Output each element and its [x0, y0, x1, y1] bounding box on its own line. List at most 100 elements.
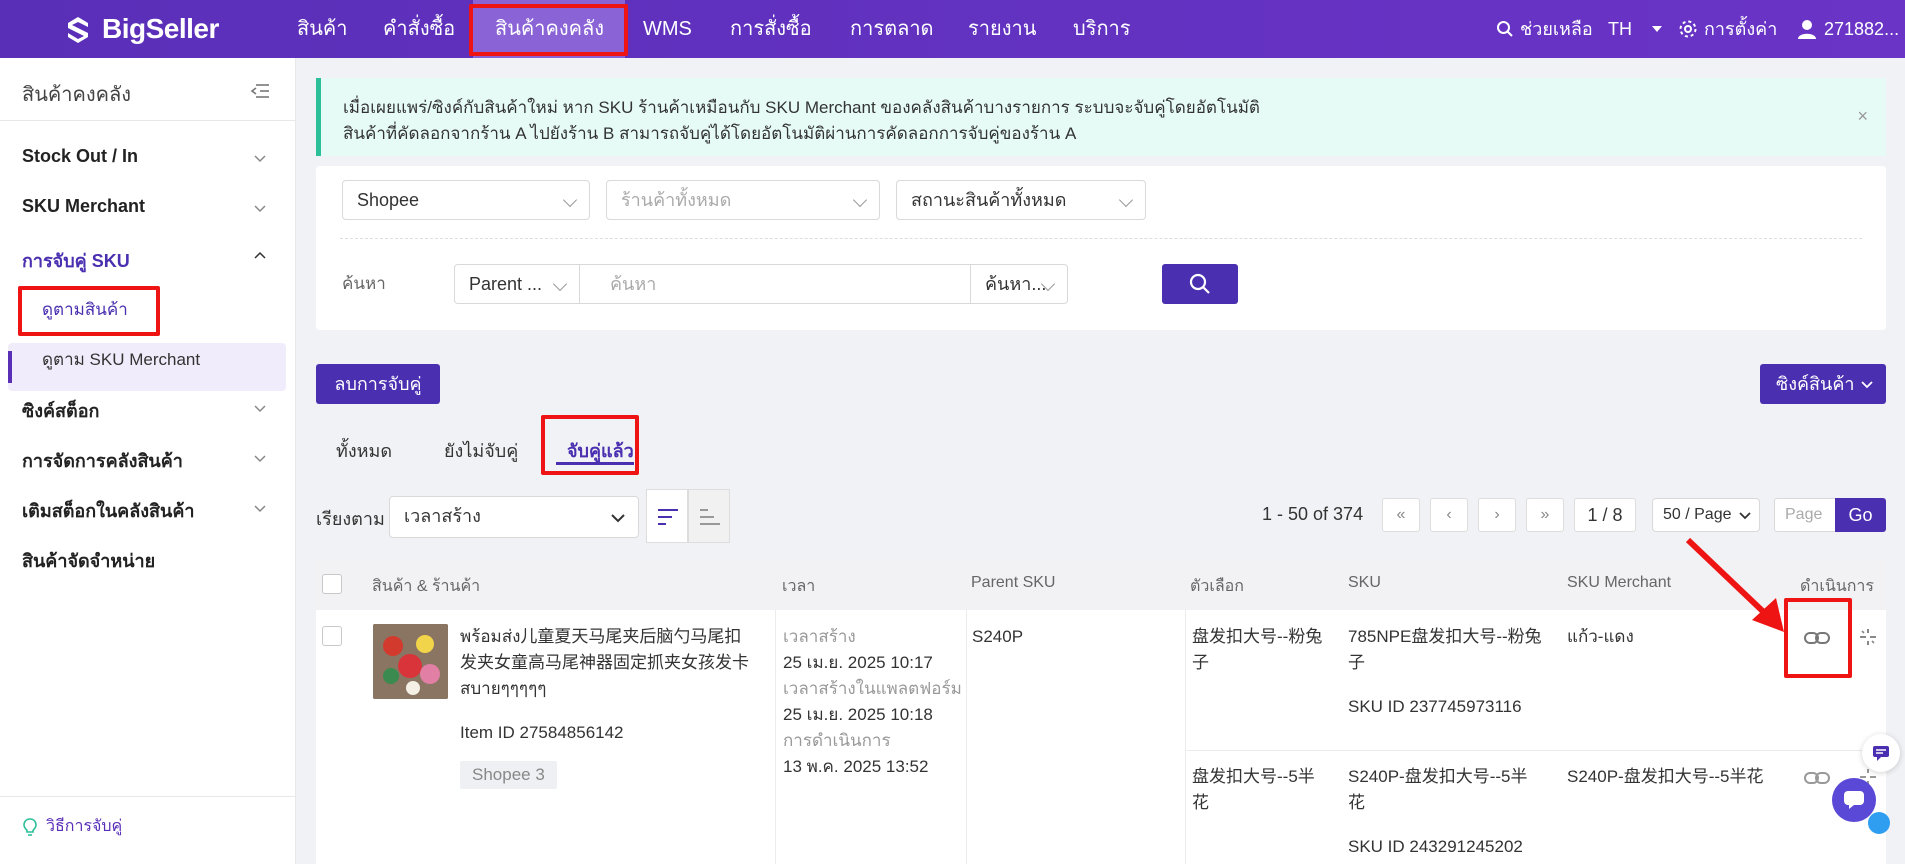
user-menu[interactable]: 271882...	[1796, 0, 1899, 58]
product-title-line-3[interactable]: สบายๆๆๆๆๆ	[460, 676, 546, 702]
sidebar-divider	[0, 120, 296, 121]
sidebar-item-sku-matching[interactable]: การจับคู่ SKU	[22, 246, 130, 275]
filter-panel: Shopee ร้านค้าทั้งหมด สถานะสินค้าทั้งหมด…	[316, 166, 1886, 330]
nav-reports[interactable]: รายงาน	[968, 0, 1036, 58]
bigseller-logo[interactable]: BigSeller	[62, 10, 219, 48]
item-id: Item ID 27584856142	[460, 723, 624, 742]
settings-label: การตั้งค่า	[1704, 19, 1778, 39]
last-page-button[interactable]: »	[1526, 498, 1564, 532]
page-indicator: 1 / 8	[1574, 498, 1636, 532]
nav-inventory[interactable]: สินค้าคงคลัง	[473, 0, 625, 58]
sidebar-item-warehouse-management[interactable]: การจัดการคลังสินค้า	[22, 446, 183, 475]
row-checkbox[interactable]	[322, 626, 342, 646]
variant-sku-line-1: 785NPE盘发扣大号--粉兔	[1348, 627, 1542, 646]
search-mode-select[interactable]: ค้นหา...	[970, 264, 1068, 304]
variant-merchant-sku[interactable]: S240P-盘发扣大号--5半花	[1567, 764, 1763, 790]
lightbulb-icon	[23, 817, 37, 836]
platform-time: 25 เม.ย. 2025 10:18	[783, 705, 933, 724]
nav-products[interactable]: สินค้า	[297, 0, 348, 58]
nav-services[interactable]: บริการ	[1073, 0, 1131, 58]
sort-descending-button[interactable]	[646, 489, 688, 543]
sidebar-item-stock-out-in[interactable]: Stock Out / In	[22, 146, 138, 167]
sidebar-item-distribution-products[interactable]: สินค้าจัดจำหน่าย	[22, 546, 155, 575]
sort-label: เรียงตาม	[316, 509, 385, 529]
user-icon	[1798, 20, 1816, 39]
search-input[interactable]: ค้นหา	[579, 264, 971, 304]
unlink-icon[interactable]	[1857, 626, 1879, 648]
nav-orders[interactable]: คำสั่งซื้อ	[383, 0, 455, 58]
chevron-up-icon	[254, 251, 266, 259]
tab-active-underline	[556, 462, 634, 465]
chevron-down-icon	[1861, 381, 1873, 389]
tab-all[interactable]: ทั้งหมด	[336, 436, 392, 465]
bigseller-logo-icon	[68, 17, 88, 43]
sidebar: สินค้าคงคลัง Stock Out / In SKU Merchant…	[0, 58, 296, 864]
sidebar-item-stock-sync[interactable]: ซิงค์สต็อก	[22, 396, 99, 425]
nav-purchase[interactable]: การสั่งซื้อ	[730, 0, 812, 58]
col-actions: ดำเนินการ	[1800, 578, 1874, 595]
chevron-down-icon	[254, 455, 266, 463]
language-selector[interactable]: TH	[1608, 0, 1664, 58]
first-page-button[interactable]: «	[1382, 498, 1420, 532]
prev-page-button[interactable]: ‹	[1430, 498, 1468, 532]
search-button[interactable]	[1162, 264, 1238, 304]
nav-wms[interactable]: WMS	[643, 0, 692, 58]
column-divider	[966, 610, 967, 864]
banner-line-2: สินค้าที่คัดลอกจากร้าน A ไปยังร้าน B สาม…	[343, 124, 1077, 143]
product-title-line-1[interactable]: พร้อมส่ง儿童夏天马尾夹后脑勺马尾扣	[460, 624, 741, 650]
settings-link[interactable]: การตั้งค่า	[1678, 0, 1777, 58]
sort-value: เวลาสร้าง	[404, 506, 481, 526]
select-all-checkbox[interactable]	[322, 574, 342, 594]
link-icon[interactable]	[1803, 628, 1831, 648]
collapse-menu-icon[interactable]	[250, 82, 270, 100]
sidebar-item-sku-merchant[interactable]: SKU Merchant	[22, 196, 145, 217]
nav-marketing[interactable]: การตลาด	[850, 0, 934, 58]
chevron-down-icon	[254, 405, 266, 413]
search-type-select[interactable]: Parent ...	[454, 264, 580, 304]
sidebar-subitem-by-sku-merchant[interactable]: ดูตาม SKU Merchant	[42, 346, 200, 373]
next-page-button[interactable]: ›	[1478, 498, 1516, 532]
variant-option-line-2: 花	[1192, 793, 1209, 812]
status-select[interactable]: สถานะสินค้าทั้งหมด	[896, 180, 1146, 220]
sidebar-active-indicator	[8, 351, 12, 383]
filter-divider	[340, 238, 1862, 239]
sidebar-subitem-by-product[interactable]: ดูตามสินค้า	[42, 296, 128, 323]
sidebar-item-restock[interactable]: เติมสต็อกในคลังสินค้า	[22, 496, 195, 525]
created-time: 25 เม.ย. 2025 10:17	[783, 653, 933, 672]
tab-matched[interactable]: จับคู่แล้ว	[567, 436, 634, 465]
product-title-line-2[interactable]: 发夹女童高马尾神器固定抓夹女孩发卡	[460, 650, 749, 676]
parent-sku: S240P	[972, 627, 1024, 646]
col-variant: ตัวเลือก	[1190, 578, 1244, 595]
chevron-down-icon	[254, 505, 266, 513]
tab-unmatched[interactable]: ยังไม่จับคู่	[444, 436, 518, 465]
chat-bot-button[interactable]	[1862, 734, 1900, 772]
search-icon	[1497, 21, 1513, 37]
chevron-down-icon	[254, 205, 266, 213]
col-sku-merchant: SKU Merchant	[1567, 574, 1672, 591]
search-mode-value: ค้นหา...	[985, 274, 1047, 294]
matching-guide-link[interactable]: วิธีการจับคู่	[22, 814, 122, 839]
smile-badge-icon	[1868, 812, 1890, 834]
gear-icon	[1679, 20, 1697, 38]
info-banner: เมื่อเผยแพร่/ซิงค์กับสินค้าใหม่ หาก SKU …	[316, 78, 1886, 156]
unmatch-button[interactable]: ลบการจับคู่	[316, 364, 440, 404]
store-select[interactable]: ร้านค้าทั้งหมด	[606, 180, 880, 220]
action-time: 13 พ.ค. 2025 13:52	[783, 757, 929, 776]
sync-products-button[interactable]: ซิงค์สินค้า	[1760, 364, 1886, 404]
help-link[interactable]: ช่วยเหลือ	[1496, 0, 1593, 58]
sort-ascending-button[interactable]	[688, 489, 730, 543]
product-thumbnail[interactable]	[373, 624, 448, 699]
variant-option-line-1: 盘发扣大号--5半	[1192, 767, 1315, 786]
variant-merchant-sku[interactable]: แก้ว-แดง	[1567, 624, 1634, 650]
platform-select[interactable]: Shopee	[342, 180, 590, 220]
pager-range: 1 - 50 of 374	[1262, 504, 1364, 524]
link-icon[interactable]	[1803, 768, 1831, 788]
search-label: ค้นหา	[342, 274, 386, 293]
sort-select[interactable]: เวลาสร้าง	[389, 496, 639, 538]
sort-ascending-icon	[700, 509, 720, 525]
sidebar-title: สินค้าคงคลัง	[22, 84, 132, 106]
variant-sku-line-2: 子	[1348, 653, 1365, 672]
close-icon[interactable]: ×	[1857, 106, 1868, 127]
go-button[interactable]: Go	[1835, 498, 1886, 532]
status-placeholder: สถานะสินค้าทั้งหมด	[911, 190, 1067, 210]
